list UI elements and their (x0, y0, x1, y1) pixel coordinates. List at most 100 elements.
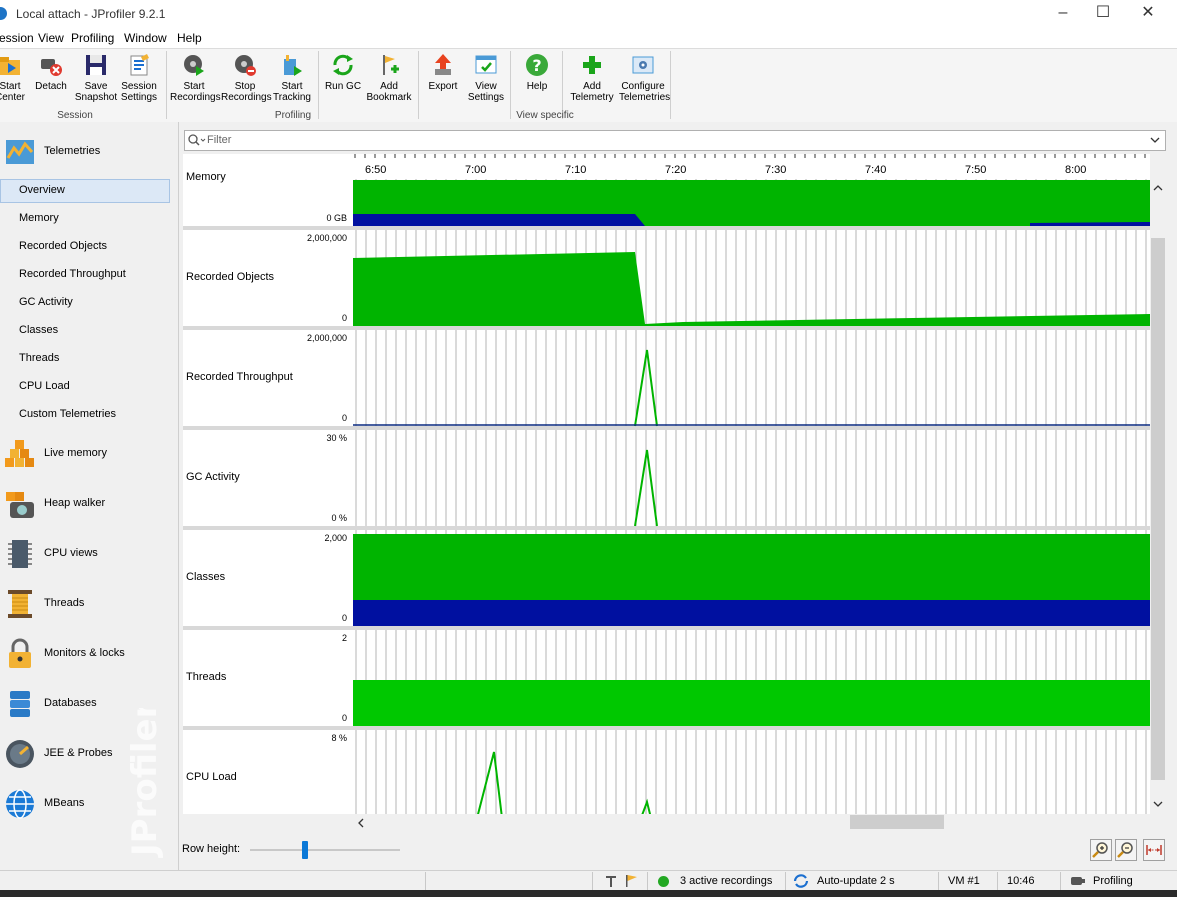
panel-label[interactable]: GC Activity (186, 471, 240, 483)
panel-label[interactable]: Classes (186, 571, 225, 583)
horizontal-scrollbar[interactable] (353, 814, 1150, 830)
sidebar-section-threads[interactable]: Threads (0, 584, 178, 624)
y-axis-min-label: 0 (341, 713, 347, 723)
zoom-out-button[interactable] (1115, 839, 1137, 861)
time-axis-label: 7:40 (865, 164, 887, 176)
y-axis-min-label: 0 (341, 613, 347, 623)
menu-view[interactable]: View (38, 31, 64, 45)
panel-label[interactable]: Recorded Objects (186, 271, 274, 283)
flag-icon[interactable] (624, 874, 638, 888)
svg-text:?: ? (532, 56, 541, 75)
scroll-up-icon[interactable] (1153, 184, 1163, 192)
close-button[interactable]: ✕ (1125, 0, 1171, 28)
sidebar-section-telemetries[interactable]: Telemetries (0, 132, 178, 172)
active-recordings-status[interactable]: 3 active recordings (680, 875, 772, 887)
run-gc-icon (331, 53, 355, 77)
filter-input[interactable]: Filter (207, 134, 231, 146)
detach-icon (39, 53, 63, 77)
time-axis-label: 7:30 (765, 164, 787, 176)
profiling-mode-icon (1071, 877, 1085, 885)
sidebar-item-custom-telemetries[interactable]: Custom Telemetries (19, 408, 116, 420)
sidebar-item-threads[interactable]: Threads (19, 352, 59, 364)
menu-help[interactable]: Help (177, 31, 202, 45)
filter-box[interactable]: Filter (184, 130, 1166, 151)
sidebar-section-heap-walker[interactable]: Heap walker (0, 484, 178, 524)
panel-label[interactable]: CPU Load (186, 771, 237, 783)
stop-recordings-button[interactable]: Stop Recordings (221, 53, 272, 103)
y-axis-max-label: 2,000,000 (306, 233, 347, 243)
panel-label[interactable]: Memory (186, 171, 226, 183)
y-axis-min-label: 0 GB (326, 213, 347, 223)
time-axis-label: 7:20 (665, 164, 687, 176)
sidebar-item-gc-activity[interactable]: GC Activity (19, 296, 73, 308)
y-axis-max-label: 30 % (326, 433, 347, 443)
auto-update-status[interactable]: Auto-update 2 s (817, 875, 895, 887)
sidebar-section-monitors-locks[interactable]: Monitors & locks (0, 634, 178, 674)
heap-walker-icon (4, 488, 36, 520)
menu-window[interactable]: Window (124, 31, 167, 45)
add-bookmark-button[interactable]: Add Bookmark (365, 53, 413, 103)
auto-update-icon (793, 874, 809, 888)
y-axis-max-label: 8 % (331, 733, 347, 743)
vm-status: VM #1 (948, 875, 980, 887)
detach-button[interactable]: Detach (27, 53, 75, 92)
sidebar-section-live-memory[interactable]: Live memory (0, 434, 178, 474)
export-button[interactable]: Export (419, 53, 467, 92)
run-gc-button[interactable]: Run GC (319, 53, 367, 92)
start-tracking-button[interactable]: Start Tracking (268, 53, 316, 103)
fit-to-window-button[interactable] (1143, 839, 1165, 861)
group-profiling-label: Profiling (274, 110, 312, 121)
menu-bar: ession View Profiling Window Help (0, 28, 1177, 48)
fit-width-icon (1146, 845, 1162, 855)
panel-label[interactable]: Threads (186, 671, 226, 683)
horizontal-scrollbar-thumb[interactable] (850, 815, 944, 829)
bookmark-pin-icon[interactable] (604, 874, 618, 888)
export-icon (431, 53, 455, 77)
svg-text:JProfiler: JProfiler (125, 708, 165, 858)
sidebar-section-cpu-views[interactable]: CPU views (0, 534, 178, 574)
sidebar-item-cpu-load[interactable]: CPU Load (19, 380, 70, 392)
jprofiler-watermark: JProfiler (118, 701, 168, 858)
sidebar-item-classes[interactable]: Classes (19, 324, 58, 336)
sidebar-item-memory[interactable]: Memory (19, 212, 59, 224)
sidebar-item-recorded-objects[interactable]: Recorded Objects (19, 240, 107, 252)
y-axis-min-label: 0 % (331, 513, 347, 523)
session-settings-button[interactable]: Session Settings (115, 53, 163, 103)
view-settings-button[interactable]: View Settings (462, 53, 510, 103)
time-axis: 6:50 7:00 7:10 7:20 7:30 7:40 7:50 8:00 (353, 154, 1150, 179)
toolbar: StartCenter Detach SaveSnapshot SessionS… (0, 48, 1177, 124)
configure-telemetries-button[interactable]: Configure Telemetries (619, 53, 670, 103)
jee-probes-gauge-icon (4, 738, 36, 770)
panel-label[interactable]: Recorded Throughput (186, 371, 293, 383)
search-icon (188, 134, 206, 146)
vertical-scrollbar-thumb[interactable] (1151, 238, 1165, 780)
row-height-slider-track[interactable] (250, 849, 400, 851)
scroll-down-icon[interactable] (1153, 800, 1163, 808)
add-bookmark-icon (377, 53, 401, 77)
scroll-left-icon[interactable] (357, 818, 365, 828)
configure-telemetries-icon (631, 53, 655, 77)
start-recordings-button[interactable]: Start Recordings (170, 53, 221, 103)
sidebar-item-recorded-throughput[interactable]: Recorded Throughput (19, 268, 126, 280)
add-telemetry-button[interactable]: Add Telemetry (568, 53, 616, 103)
zoom-in-button[interactable] (1090, 839, 1112, 861)
menu-profiling[interactable]: Profiling (71, 31, 114, 45)
help-icon: ? (525, 53, 549, 77)
row-height-slider-thumb[interactable] (302, 841, 308, 859)
threads-spool-icon (4, 588, 36, 620)
time-axis-label: 8:00 (1065, 164, 1087, 176)
zoom-in-icon (1092, 842, 1108, 858)
y-axis-max-label: 2 (341, 633, 347, 643)
maximize-button[interactable]: ☐ (1080, 0, 1126, 28)
window-title: Local attach - JProfiler 9.2.1 (16, 7, 166, 21)
live-memory-icon (4, 438, 36, 470)
save-snapshot-button[interactable]: Save Snapshot (72, 53, 120, 103)
chevron-down-icon[interactable] (1150, 136, 1160, 144)
help-button[interactable]: ? Help (513, 53, 561, 92)
sidebar-item-overview[interactable]: Overview (19, 184, 65, 196)
group-session-label: Session (57, 110, 93, 121)
row-height-label: Row height: (182, 843, 241, 855)
menu-session[interactable]: ession (0, 31, 34, 45)
view-settings-icon (474, 53, 498, 77)
y-axis-min-label: 0 (341, 413, 347, 423)
